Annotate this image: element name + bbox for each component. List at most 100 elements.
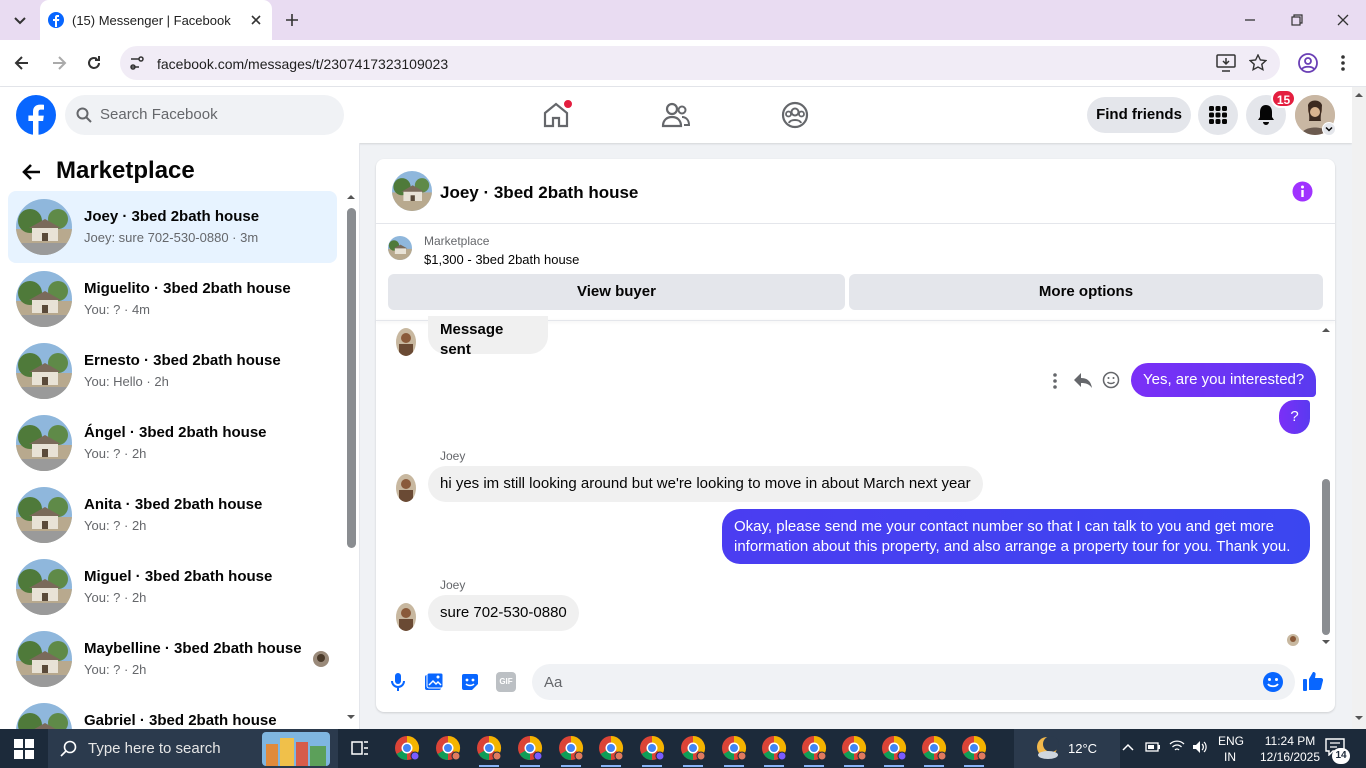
joey-avatar[interactable] (396, 474, 416, 502)
emoji-icon[interactable] (1262, 671, 1284, 693)
conversation-item[interactable]: Joey · 3bed 2bath house Joey: sure 702-53… (8, 191, 337, 263)
listing-thumb[interactable] (388, 236, 412, 260)
language-code[interactable]: ENG (1218, 734, 1244, 748)
message-bubble[interactable]: ? (1279, 400, 1310, 434)
groups-icon[interactable] (781, 101, 809, 129)
clock-time[interactable]: 11:24 PM (1257, 734, 1323, 748)
conversation-item[interactable]: Maybelline · 3bed 2bath house You: ? · 2h (8, 623, 337, 695)
page-scroll-up-icon[interactable] (1354, 91, 1364, 99)
page-scroll-down-icon[interactable] (1354, 714, 1364, 722)
chat-scroll-up-icon[interactable] (1321, 326, 1331, 334)
chrome-taskbar-icon[interactable] (476, 735, 502, 761)
windows-start-icon[interactable] (14, 739, 34, 759)
chrome-taskbar-icon[interactable] (598, 735, 624, 761)
sidebar-scroll-thumb[interactable] (347, 208, 356, 548)
conversation-avatar (16, 631, 72, 687)
chrome-taskbar-icon[interactable] (435, 735, 461, 761)
message-input[interactable] (532, 664, 1295, 700)
chrome-taskbar-icon[interactable] (558, 735, 584, 761)
weather-widget[interactable] (1014, 729, 1120, 768)
more-options-button[interactable]: More options (849, 274, 1323, 310)
sidebar-scroll-down-icon[interactable] (347, 713, 355, 721)
site-info-icon[interactable] (128, 54, 146, 72)
joey-avatar[interactable] (396, 603, 416, 631)
back-icon[interactable] (12, 53, 32, 73)
chat-scroll-thumb[interactable] (1322, 479, 1330, 635)
reload-icon[interactable] (84, 53, 104, 73)
chat-title[interactable]: Joey · 3bed 2bath house (440, 183, 638, 203)
running-indicator (479, 765, 499, 767)
message-bubble[interactable]: sure 702-530-0880 (428, 595, 579, 631)
house-photo-icon (16, 271, 72, 327)
facebook-logo-icon[interactable] (16, 95, 56, 135)
photo-icon[interactable] (424, 672, 444, 692)
close-tab-icon[interactable] (249, 13, 263, 27)
chrome-taskbar-icon[interactable] (680, 735, 706, 761)
reply-icon[interactable] (1073, 371, 1093, 389)
joey-avatar[interactable] (396, 328, 416, 356)
browser-menu-icon[interactable] (1335, 53, 1351, 73)
restore-icon[interactable] (1290, 13, 1304, 27)
conversation-item[interactable]: Miguelito · 3bed 2bath house You: ? · 4m (8, 263, 337, 335)
new-tab-icon[interactable] (284, 12, 300, 28)
conversation-preview: You: Hello · 2h (84, 374, 169, 389)
tray-chevron-icon[interactable] (1122, 742, 1134, 752)
tab-search-icon[interactable] (10, 10, 30, 30)
search-highlight-image[interactable] (262, 732, 330, 766)
chrome-taskbar-icon[interactable] (761, 735, 787, 761)
language-region[interactable]: IN (1224, 750, 1236, 764)
close-window-icon[interactable] (1336, 13, 1350, 27)
profile-icon[interactable] (1297, 52, 1319, 74)
react-emoji-icon[interactable] (1102, 371, 1120, 389)
sidebar-scrollbar[interactable] (346, 193, 356, 723)
message-bubble[interactable]: hi yes im still looking around but we're… (428, 466, 983, 502)
friends-icon[interactable] (661, 101, 691, 129)
house-photo-icon (16, 199, 72, 255)
chrome-taskbar-icon[interactable] (921, 735, 947, 761)
message-bubble[interactable]: Message sent (428, 316, 548, 358)
chrome-taskbar-icon[interactable] (639, 735, 665, 761)
view-buyer-button[interactable]: View buyer (388, 274, 845, 310)
minimize-icon[interactable] (1243, 13, 1257, 27)
conversation-item[interactable]: Miguel · 3bed 2bath house You: ? · 2h (8, 551, 337, 623)
volume-icon[interactable] (1192, 740, 1208, 754)
info-icon[interactable] (1292, 181, 1313, 202)
clock-date[interactable]: 12/16/2025 (1257, 750, 1323, 764)
find-friends-button[interactable]: Find friends (1087, 97, 1191, 133)
chat-house-avatar[interactable] (392, 171, 432, 211)
back-arrow-icon[interactable] (20, 160, 44, 184)
message-bubble[interactable]: Okay, please send me your contact number… (722, 509, 1310, 564)
chat-scrollbar[interactable] (1320, 324, 1332, 649)
conversation-preview: You: ? · 2h (84, 662, 147, 677)
chrome-taskbar-icon[interactable] (517, 735, 543, 761)
page-scrollbar[interactable] (1352, 87, 1366, 729)
chrome-taskbar-icon[interactable] (881, 735, 907, 761)
chrome-taskbar-icon[interactable] (841, 735, 867, 761)
microphone-icon[interactable] (389, 672, 407, 692)
wifi-icon[interactable] (1169, 739, 1185, 753)
chrome-taskbar-icon[interactable] (961, 735, 987, 761)
conversation-item[interactable]: Ernesto · 3bed 2bath house You: Hello · 2… (8, 335, 337, 407)
bookmark-star-icon[interactable] (1249, 54, 1267, 72)
notification-count-badge: 15 (1271, 89, 1296, 108)
conversation-item[interactable]: Ángel · 3bed 2bath house You: ? · 2h (8, 407, 337, 479)
thumbs-up-icon[interactable] (1302, 670, 1324, 692)
listing-title[interactable]: $1,300 - 3bed 2bath house (424, 252, 579, 267)
gif-button[interactable]: GIF (496, 672, 516, 692)
forward-icon[interactable] (49, 53, 69, 73)
task-view-icon[interactable] (350, 738, 370, 758)
chrome-taskbar-icon[interactable] (721, 735, 747, 761)
url-text[interactable]: facebook.com/messages/t/2307417323109023 (157, 56, 448, 72)
more-actions-icon[interactable] (1049, 372, 1061, 390)
sticker-icon[interactable] (460, 672, 480, 692)
sidebar-scroll-up-icon[interactable] (347, 193, 355, 201)
account-chevron-icon[interactable] (1322, 122, 1336, 136)
menu-grid-button[interactable] (1198, 95, 1238, 135)
install-app-icon[interactable] (1216, 54, 1236, 72)
battery-icon[interactable] (1145, 741, 1161, 753)
chat-scroll-down-icon[interactable] (1321, 638, 1331, 646)
chrome-taskbar-icon[interactable] (801, 735, 827, 761)
message-bubble[interactable]: Yes, are you interested? (1131, 363, 1317, 397)
chrome-taskbar-icon[interactable] (394, 735, 420, 761)
conversation-item[interactable]: Anita · 3bed 2bath house You: ? · 2h (8, 479, 337, 551)
